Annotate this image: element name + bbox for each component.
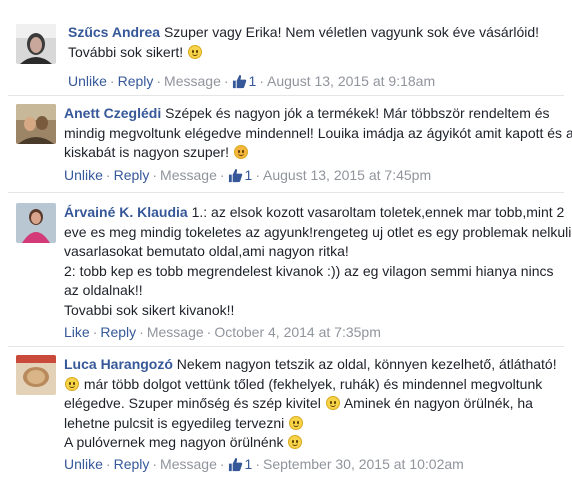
separator: · [219, 167, 225, 183]
message-link[interactable]: Message [164, 73, 221, 89]
smiley-icon [65, 376, 79, 391]
comment-line: Tovabbi sok sikert kivanok!! [64, 301, 568, 321]
comment-text: A pulóvernek meg nagyon örülnénk [64, 434, 288, 450]
comment-line: kiskabát is nagyon szuper! [64, 143, 568, 163]
avatar[interactable] [16, 203, 56, 243]
smiley-icon [288, 435, 303, 449]
comment-text: Szuper vagy Erika! Nem véletlen vagyunk … [163, 24, 540, 40]
comment-text: Tovabbi sok sikert kivanok!! [64, 301, 235, 318]
comment-text: Aminek én nagyon örülnék, ha [340, 395, 533, 411]
comment-line: Luca Harangozó Nekem nagyon tetszik az o… [64, 355, 568, 375]
comment-line: Árvainé K. Klaudia 1.: az elsok kozott v… [64, 203, 568, 223]
separator: · [105, 456, 111, 472]
separator: · [109, 73, 115, 89]
thumbs-up-icon[interactable] [228, 168, 243, 187]
comment-author[interactable]: Luca Harangozó [64, 356, 173, 372]
smiley-icon [188, 44, 203, 59]
reply-link[interactable]: Reply [114, 167, 150, 183]
avatar[interactable] [16, 24, 56, 64]
comment-text: Nekem nagyon tetszik az oldal, könnyen k… [176, 356, 557, 372]
smiley-icon [233, 145, 248, 159]
comment-line: Anett Czeglédi Szépek és nagyon jók a te… [64, 104, 568, 124]
reply-link[interactable]: Reply [100, 324, 136, 340]
message-link[interactable]: Message [147, 324, 204, 340]
comment-body: Árvainé K. Klaudia 1.: az elsok kozott v… [64, 203, 572, 321]
comment-author[interactable]: Szűcs Andrea [68, 24, 160, 40]
smiley-icon [289, 415, 304, 430]
comment-date[interactable]: September 30, 2015 at 10:02am [263, 456, 464, 472]
separator: · [105, 167, 111, 183]
comment-text: az oldalnak!! [64, 282, 143, 298]
unlike-link[interactable]: Unlike [68, 73, 107, 89]
smiley-icon [325, 396, 340, 410]
comment-actions: Unlike · Reply · Message · 1 · August 13, 2015 a… [64, 166, 431, 187]
comment-text: mindig megvoltunk elégedve mindennel! Lo… [64, 124, 572, 141]
comment-actions: Unlike · Reply · Message · 1 · September 30, 201… [64, 455, 464, 476]
comment-text: További sok sikert! [68, 43, 188, 60]
comment-body: Luca Harangozó Nekem nagyon tetszik az o… [64, 355, 568, 453]
comment-line: Szűcs Andrea Szuper vagy Erika! Nem véle… [68, 23, 568, 43]
thumbs-up-icon[interactable] [232, 74, 247, 93]
separator: · [206, 324, 212, 340]
comment-line: vasarlasokat bemutato oldal,ami nagyon r… [64, 242, 568, 262]
thumbs-up-icon[interactable] [228, 457, 243, 476]
comment-text: 1.: az elsok kozott vasaroltam toletek,e… [191, 204, 565, 220]
separator: · [152, 456, 158, 472]
message-link[interactable]: Message [160, 456, 217, 472]
separator: · [255, 456, 260, 472]
comment-date[interactable]: August 13, 2015 at 9:18am [267, 73, 435, 89]
comment-date[interactable]: October 4, 2014 at 7:35pm [214, 324, 381, 340]
comment-line: További sok sikert! [68, 43, 568, 63]
avatar[interactable] [16, 104, 56, 144]
comment-author[interactable]: Anett Czeglédi [64, 105, 161, 121]
separator: · [92, 324, 98, 340]
comment-line: A pulóvernek meg nagyon örülnénk [64, 433, 568, 453]
separator: · [152, 167, 158, 183]
separator: · [223, 73, 229, 89]
comment-body: Anett Czeglédi Szépek és nagyon jók a te… [64, 104, 572, 163]
comment-author[interactable]: Árvainé K. Klaudia [64, 204, 188, 220]
comment-line: eve es meg mindig tokeletes az agyunk!re… [64, 223, 572, 243]
unlike-link[interactable]: Unlike [64, 167, 103, 183]
comment-line: elégedve. Szuper minőség és szép kivitel… [64, 394, 568, 414]
separator: · [219, 456, 225, 472]
like-link[interactable]: Like [64, 324, 90, 340]
message-link[interactable]: Message [160, 167, 217, 183]
avatar[interactable] [16, 355, 56, 395]
separator: · [156, 73, 162, 89]
reply-link[interactable]: Reply [114, 456, 150, 472]
comment-text: lehetne pulcsit is egyedileg tervezni [64, 414, 289, 431]
comment-date[interactable]: August 13, 2015 at 7:45pm [263, 167, 431, 183]
comment-line: lehetne pulcsit is egyedileg tervezni [64, 414, 568, 434]
comment-text: már több dolgot vettünk tőled (fekhelyek… [83, 375, 543, 392]
separator: · [255, 167, 260, 183]
reply-link[interactable]: Reply [118, 73, 154, 89]
comment-text: kiskabát is nagyon szuper! [64, 144, 233, 160]
comment-line: 2: tobb kep es tobb megrendelest kivanok… [64, 262, 568, 282]
comment-line: már több dolgot vettünk tőled (fekhelyek… [64, 375, 568, 395]
separator: · [139, 324, 144, 340]
comment-text: 2: tobb kep es tobb megrendelest kivanok… [64, 262, 554, 279]
comment-actions: Like · Reply · Message · October 4, 2014 at 7:… [64, 323, 381, 341]
comment-2: Anett Czeglédi Szépek és nagyon jók a te… [0, 96, 572, 192]
comment-text: eve es meg mindig tokeletes az agyunk!re… [64, 223, 572, 240]
comment-actions: Unlike · Reply · Message · 1 · August 13, 2015 a… [68, 72, 435, 93]
comment-text: elégedve. Szuper minőség és szép kivitel [64, 395, 325, 411]
comment-3: Árvainé K. Klaudia 1.: az elsok kozott v… [0, 193, 572, 346]
comment-line: mindig megvoltunk elégedve mindennel! Lo… [64, 124, 572, 144]
comment-line: az oldalnak!! [64, 281, 568, 301]
comment-1: Szűcs Andrea Szuper vagy Erika! Nem véle… [0, 0, 572, 95]
comment-body: Szűcs Andrea Szuper vagy Erika! Nem véle… [68, 23, 568, 62]
separator: · [259, 73, 264, 89]
comment-text: Szépek és nagyon jók a termékek! Már töb… [165, 105, 550, 121]
unlike-link[interactable]: Unlike [64, 456, 103, 472]
comment-4: Luca Harangozó Nekem nagyon tetszik az o… [0, 347, 572, 480]
comment-text: vasarlasokat bemutato oldal,ami nagyon r… [64, 243, 349, 259]
